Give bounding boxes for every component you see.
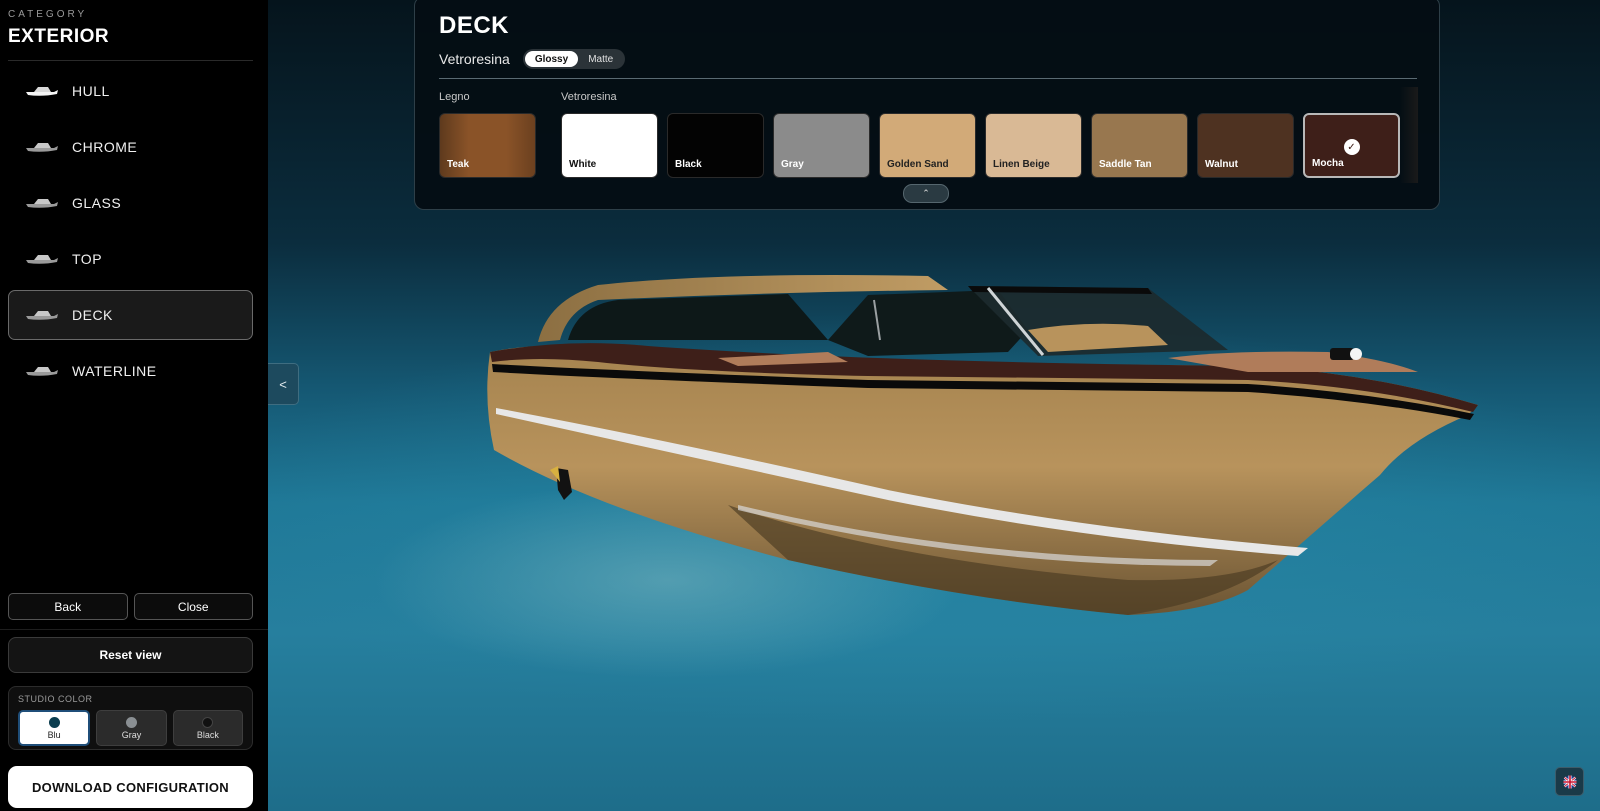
divider (0, 629, 268, 630)
menu-item-label: GLASS (72, 195, 122, 211)
swatch-label: Walnut (1205, 159, 1238, 170)
back-button[interactable]: Back (8, 593, 128, 620)
language-button[interactable] (1555, 767, 1584, 796)
boat-icon (26, 199, 58, 208)
reset-view-button[interactable]: Reset view (8, 637, 253, 673)
divider (439, 78, 1417, 79)
boat-icon (26, 143, 58, 152)
swatch-linen-beige[interactable]: Linen Beige (985, 113, 1082, 178)
swatch-label: White (569, 159, 597, 170)
swatch-teak[interactable]: Teak (439, 113, 536, 178)
swatch-label: Mocha (1312, 158, 1344, 169)
swatch-label: Linen Beige (993, 159, 1050, 170)
finish-toggle: Glossy Matte (522, 49, 626, 69)
collapse-sidebar-button[interactable]: < (268, 363, 299, 405)
download-configuration-button[interactable]: DOWNLOAD CONFIGURATION (8, 766, 253, 808)
swatch-label: Black (675, 159, 702, 170)
menu-item-label: CHROME (72, 139, 138, 155)
studio-color-options: Blu Gray Black (18, 710, 243, 746)
swatch-label: Gray (781, 159, 804, 170)
finish-label: Vetroresina (439, 51, 510, 67)
menu-item-label: DECK (72, 307, 113, 323)
color-dot (48, 716, 60, 728)
boat-icon (26, 255, 58, 264)
chevron-up-icon: ⌃ (922, 188, 930, 198)
studio-color-gray[interactable]: Gray (96, 710, 167, 746)
material-panel: DECK Vetroresina Glossy Matte Legno Vetr… (414, 0, 1440, 210)
studio-color-label: Blu (47, 729, 61, 740)
menu-item-label: WATERLINE (72, 363, 157, 379)
swatch-walnut[interactable]: Walnut (1197, 113, 1294, 178)
group-label-vetroresina: Vetroresina (561, 91, 617, 103)
color-dot (202, 716, 214, 728)
menu-item-deck[interactable]: DECK (8, 290, 253, 340)
nav-buttons: Back Close (8, 593, 253, 620)
swatch-label: Golden Sand (887, 159, 949, 170)
color-dot (125, 716, 137, 728)
boat-icon (26, 311, 58, 320)
close-button[interactable]: Close (133, 593, 253, 620)
menu-item-waterline[interactable]: WATERLINE (8, 346, 253, 396)
finish-option-glossy[interactable]: Glossy (524, 51, 579, 67)
studio-color-label: Black (196, 729, 219, 740)
menu-item-chrome[interactable]: CHROME (8, 122, 253, 172)
studio-color-label: Gray (121, 729, 142, 740)
boat-icon (26, 367, 58, 376)
collapse-panel-button[interactable]: ⌃ (903, 184, 949, 203)
menu-item-hull[interactable]: HULL (8, 66, 253, 116)
scroll-indicator[interactable] (1400, 87, 1418, 183)
studio-color-black[interactable]: Black (172, 710, 243, 746)
swatch-black[interactable]: Black (667, 113, 764, 178)
studio-color-panel: STUDIO COLOR Blu Gray Black (8, 686, 253, 750)
menu-item-top[interactable]: TOP (8, 234, 253, 284)
studio-color-label: STUDIO COLOR (18, 694, 93, 704)
menu-item-label: HULL (72, 83, 110, 99)
group-label-legno: Legno (439, 91, 470, 103)
menu-item-glass[interactable]: GLASS (8, 178, 253, 228)
checkmark-icon: ✓ (1343, 139, 1360, 155)
uk-flag-icon (1563, 775, 1576, 788)
swatch-saddle-tan[interactable]: Saddle Tan (1091, 113, 1188, 178)
swatch-gray[interactable]: Gray (773, 113, 870, 178)
panel-title: DECK (439, 12, 510, 39)
studio-color-blu[interactable]: Blu (18, 710, 91, 746)
category-label: CATEGORY (8, 9, 88, 20)
swatch-mocha[interactable]: ✓ Mocha (1303, 113, 1400, 178)
divider (8, 60, 253, 61)
swatch-label: Teak (447, 159, 470, 170)
swatch-golden-sand[interactable]: Golden Sand (879, 113, 976, 178)
category-title: EXTERIOR (8, 26, 110, 47)
swatch-white[interactable]: White (561, 113, 658, 178)
finish-selector: Vetroresina Glossy Matte (439, 49, 626, 69)
boat-icon (26, 87, 58, 96)
finish-option-matte[interactable]: Matte (578, 51, 623, 67)
category-menu: HULL CHROME GLASS TOP DECK WATERLINE (8, 66, 253, 402)
menu-item-label: TOP (72, 251, 103, 267)
sidebar: CATEGORY EXTERIOR HULL CHROME GLASS TOP … (0, 0, 268, 811)
swatch-label: Saddle Tan (1099, 159, 1152, 170)
